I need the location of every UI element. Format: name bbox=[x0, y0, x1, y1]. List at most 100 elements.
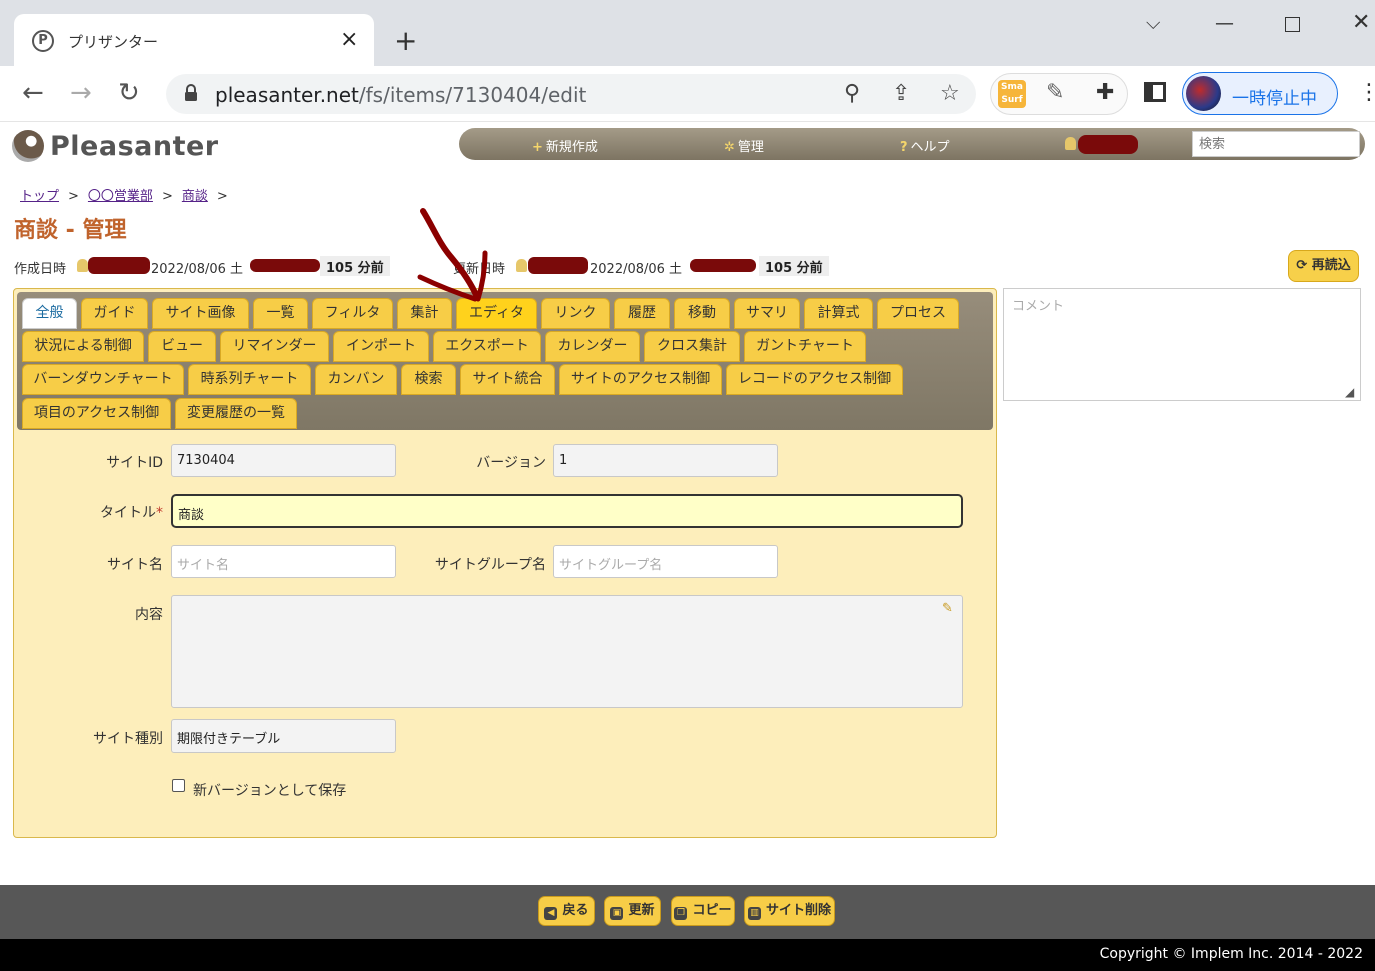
tab-status-control[interactable]: 状況による制御 bbox=[22, 331, 144, 362]
tab-kanban[interactable]: カンバン bbox=[315, 364, 397, 395]
nav-new-button[interactable]: + 新規作成 bbox=[532, 136, 598, 155]
created-by-redacted[interactable] bbox=[88, 257, 150, 274]
browser-menu-icon[interactable]: ⋮ bbox=[1358, 80, 1375, 105]
reload-icon[interactable]: ↻ bbox=[118, 78, 140, 108]
tab-burndown-chart[interactable]: バーンダウンチャート bbox=[22, 364, 184, 395]
site-group-input[interactable]: サイトグループ名 bbox=[553, 545, 778, 578]
maximize-icon[interactable] bbox=[1285, 17, 1300, 32]
close-window-icon[interactable]: ✕ bbox=[1352, 10, 1370, 35]
tab-site-image[interactable]: サイト画像 bbox=[152, 298, 249, 329]
zoom-icon[interactable]: ⚲ bbox=[844, 81, 860, 106]
copy-icon: ❐ bbox=[674, 907, 688, 920]
tab-history[interactable]: 履歴 bbox=[614, 298, 670, 329]
tab-filter[interactable]: フィルタ bbox=[312, 298, 393, 329]
tab-change-history[interactable]: 変更履歴の一覧 bbox=[175, 398, 297, 429]
smasurf-extension-icon[interactable]: Sma Surf bbox=[998, 80, 1026, 108]
tab-search-chevron-icon[interactable]: ⌵ bbox=[1146, 12, 1160, 34]
tab-general[interactable]: 全般 bbox=[22, 298, 77, 329]
tab-import[interactable]: インポート bbox=[333, 331, 429, 362]
refresh-icon: ⟳ bbox=[1296, 258, 1308, 273]
pencil-icon[interactable]: ✎ bbox=[942, 601, 953, 616]
tab-timeseries-chart[interactable]: 時系列チャート bbox=[188, 364, 311, 395]
site-name-input[interactable]: サイト名 bbox=[171, 545, 396, 578]
breadcrumb-top[interactable]: トップ bbox=[20, 189, 59, 204]
tab-move[interactable]: 移動 bbox=[674, 298, 730, 329]
lock-icon bbox=[185, 84, 197, 101]
breadcrumb-separator: > bbox=[68, 189, 79, 204]
reload-button[interactable]: ⟳ 再読込 bbox=[1288, 250, 1359, 282]
breadcrumb-deals[interactable]: 商談 bbox=[182, 189, 208, 204]
bookmark-star-icon[interactable]: ☆ bbox=[940, 81, 960, 106]
resize-grip-icon[interactable]: ◢ bbox=[1345, 385, 1354, 399]
tab-search[interactable]: 検索 bbox=[401, 364, 456, 395]
nav-manage-button[interactable]: ✲ 管理 bbox=[724, 136, 764, 155]
profile-avatar bbox=[1186, 76, 1221, 111]
tab-link[interactable]: リンク bbox=[541, 298, 610, 329]
site-type-field: 期限付きテーブル bbox=[171, 719, 396, 753]
page-title: 商談 - 管理 bbox=[14, 218, 127, 243]
share-icon[interactable]: ⇪ bbox=[892, 81, 910, 106]
tab-reminder[interactable]: リマインダー bbox=[220, 331, 329, 362]
new-version-label[interactable]: 新バージョンとして保存 bbox=[193, 780, 346, 800]
tab-guide[interactable]: ガイド bbox=[81, 298, 148, 329]
tab-export[interactable]: エクスポート bbox=[433, 331, 541, 362]
site-group-label: サイトグループ名 bbox=[434, 557, 546, 573]
notes-extension-icon[interactable]: ✎ bbox=[1046, 80, 1064, 105]
updated-by-redacted[interactable] bbox=[528, 257, 588, 274]
url-text[interactable]: pleasanter.net/fs/items/7130404/edit bbox=[215, 83, 586, 107]
title-input[interactable]: 商談 bbox=[171, 494, 963, 528]
tab-record-access-control[interactable]: レコードのアクセス制御 bbox=[726, 364, 903, 395]
breadcrumb-department[interactable]: 〇〇営業部 bbox=[88, 189, 153, 204]
app-logo[interactable]: Pleasanter bbox=[50, 131, 219, 162]
user-icon bbox=[1065, 137, 1076, 150]
tab-summary[interactable]: サマリ bbox=[734, 298, 800, 329]
version-field: 1 bbox=[553, 444, 778, 477]
extensions-puzzle-icon[interactable]: ✚ bbox=[1096, 80, 1114, 105]
user-icon bbox=[77, 259, 88, 272]
save-icon: ▣ bbox=[610, 907, 624, 920]
side-panel-icon[interactable] bbox=[1144, 82, 1166, 102]
back-arrow-icon[interactable]: ← bbox=[22, 78, 44, 108]
copy-button[interactable]: ❐ コピー bbox=[671, 896, 735, 926]
tab-site-integration[interactable]: サイト統合 bbox=[460, 364, 555, 395]
created-label: 作成日時 bbox=[14, 262, 67, 277]
tab-cross-tab[interactable]: クロス集計 bbox=[644, 331, 740, 362]
tab-title: プリザンター bbox=[68, 33, 159, 51]
content-textarea[interactable] bbox=[171, 595, 963, 708]
annotation-arrow bbox=[417, 208, 488, 302]
site-type-label: サイト種別 bbox=[93, 731, 163, 747]
updated-time-redacted bbox=[690, 259, 756, 272]
tab-gantt-chart[interactable]: ガントチャート bbox=[744, 331, 866, 362]
plus-icon: + bbox=[532, 140, 543, 155]
forward-arrow-icon[interactable]: → bbox=[70, 78, 92, 108]
copyright-text: Copyright © Implem Inc. 2014 - 2022 bbox=[1099, 946, 1363, 962]
pleasanter-logo-icon bbox=[12, 130, 44, 162]
nav-user-redacted[interactable] bbox=[1078, 135, 1138, 154]
tab-list[interactable]: 一覧 bbox=[253, 298, 308, 329]
search-input[interactable] bbox=[1192, 131, 1360, 157]
tab-view[interactable]: ビュー bbox=[148, 331, 216, 362]
tab-calendar[interactable]: カレンダー bbox=[545, 331, 640, 362]
breadcrumb: トップ > 〇〇営業部 > 商談 > bbox=[20, 185, 237, 204]
updated-date: 2022/08/06 土 bbox=[590, 262, 683, 277]
comment-textarea[interactable]: コメント bbox=[1003, 288, 1361, 401]
tab-column-access-control[interactable]: 項目のアクセス制御 bbox=[22, 398, 171, 429]
back-button[interactable]: ◀ 戻る bbox=[538, 896, 595, 926]
update-button[interactable]: ▣ 更新 bbox=[604, 896, 661, 926]
site-id-field: 7130404 bbox=[171, 444, 396, 477]
new-version-checkbox[interactable] bbox=[172, 779, 185, 792]
breadcrumb-separator: > bbox=[216, 189, 228, 204]
delete-site-button[interactable]: ▥ サイト削除 bbox=[744, 896, 835, 926]
breadcrumb-separator: > bbox=[161, 189, 173, 204]
created-date: 2022/08/06 土 bbox=[151, 262, 244, 277]
back-icon: ◀ bbox=[544, 907, 558, 920]
profile-status-label: 一時停止中 bbox=[1232, 89, 1317, 109]
minimize-icon[interactable]: — bbox=[1215, 12, 1234, 34]
nav-help-button[interactable]: ? ヘルプ bbox=[900, 136, 950, 155]
new-tab-icon[interactable]: + bbox=[394, 24, 417, 57]
content-label: 内容 bbox=[135, 607, 163, 623]
tab-site-access-control[interactable]: サイトのアクセス制御 bbox=[559, 364, 722, 395]
tab-formula[interactable]: 計算式 bbox=[804, 298, 873, 329]
tab-process[interactable]: プロセス bbox=[877, 298, 959, 329]
close-tab-icon[interactable]: × bbox=[340, 27, 358, 52]
